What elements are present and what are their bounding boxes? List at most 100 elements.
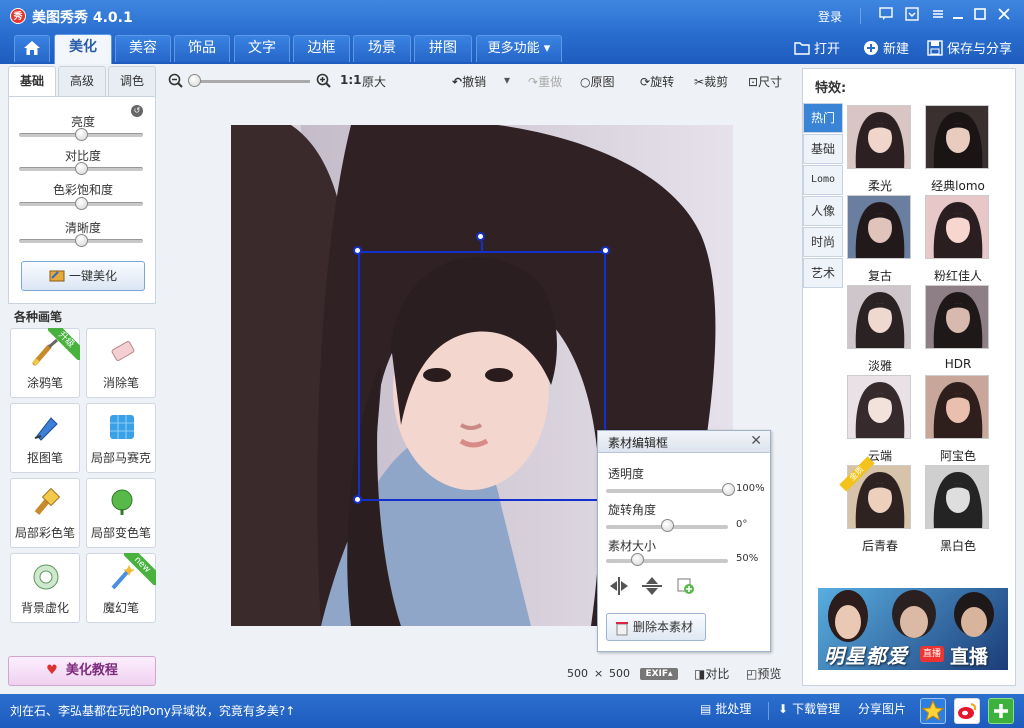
brushes-title: 各种画笔	[14, 310, 63, 324]
undo-button[interactable]: ↶撤销	[452, 73, 486, 90]
mosaic-brush[interactable]: 局部马赛克	[86, 403, 156, 473]
tab-scene[interactable]: 场景	[353, 35, 411, 62]
fx-retro[interactable]: 复古	[847, 195, 913, 283]
resize-handle-bl[interactable]	[353, 495, 362, 504]
fx-soft-light[interactable]: 柔光	[847, 105, 913, 193]
rotate-icon: ⟳	[640, 75, 651, 89]
menu-icon[interactable]	[930, 7, 946, 23]
category-hot[interactable]: 热门	[803, 103, 843, 133]
new-button[interactable]: 新建	[863, 38, 909, 57]
size-slider[interactable]	[606, 553, 728, 566]
undo-dropdown-icon[interactable]: ▾	[504, 73, 510, 87]
exif-button[interactable]: EXIF▴	[640, 668, 678, 680]
copy-material-icon[interactable]	[676, 577, 696, 595]
sharpness-slider[interactable]	[19, 234, 143, 247]
original-size-button[interactable]: 原大	[362, 73, 386, 90]
add-share-icon[interactable]	[988, 698, 1014, 724]
contrast-slider[interactable]	[19, 162, 143, 175]
zoom-knob[interactable]	[188, 74, 201, 87]
main-nav: 美化 美容 饰品 文字 边框 场景 拼图 更多功能 ▾ 打开 新建 保存与分享	[0, 32, 1024, 64]
rotate-button[interactable]: ⟳旋转	[640, 73, 674, 90]
download-manager-button[interactable]: ⬇ 下载管理	[778, 700, 840, 717]
ad-banner[interactable]: 明星都爱 直播 直播	[818, 588, 1008, 670]
flip-horizontal-icon[interactable]	[608, 575, 632, 597]
tutorial-label: 美化教程	[65, 663, 118, 678]
one-key-beautify-button[interactable]: 一键美化	[21, 261, 145, 291]
flip-vertical-icon[interactable]	[640, 575, 664, 597]
opacity-slider[interactable]	[606, 483, 735, 496]
saturation-knob[interactable]	[75, 197, 88, 210]
redo-button[interactable]: ↷重做	[528, 73, 562, 90]
bg-blur-brush[interactable]: 背景虚化	[10, 553, 80, 623]
resize-handle-tl[interactable]	[353, 246, 362, 255]
batch-button[interactable]: ▤ 批处理	[700, 700, 751, 717]
recolor-brush[interactable]: 局部变色笔	[86, 478, 156, 548]
open-button[interactable]: 打开	[794, 38, 840, 57]
rotation-knob[interactable]	[661, 519, 674, 532]
fx-elegant[interactable]: 淡雅	[847, 285, 913, 373]
cutout-brush[interactable]: 抠图笔	[10, 403, 80, 473]
fx-hdr[interactable]: HDR	[925, 285, 991, 371]
rotation-slider[interactable]	[606, 519, 728, 532]
category-portrait[interactable]: 人像	[803, 196, 843, 226]
original-image-button[interactable]: ○原图	[580, 73, 615, 90]
preview-button[interactable]: ◰预览	[746, 665, 781, 682]
contrast-knob[interactable]	[75, 162, 88, 175]
delete-material-button[interactable]: 删除本素材	[606, 613, 706, 641]
zoom-slider[interactable]	[188, 74, 310, 87]
size-knob[interactable]	[630, 553, 644, 566]
zoom-in-icon[interactable]	[316, 73, 332, 89]
close-icon[interactable]: ✕	[750, 433, 762, 449]
tab-collage[interactable]: 拼图	[414, 35, 472, 62]
maximize-icon[interactable]	[972, 7, 988, 23]
message-icon[interactable]	[878, 7, 894, 23]
compare-button[interactable]: ◨对比	[694, 665, 729, 682]
tab-beautify[interactable]: 美化	[54, 34, 112, 64]
brightness-slider[interactable]	[19, 128, 143, 141]
fx-classic-lomo[interactable]: 经典lomo	[925, 105, 991, 193]
tab-text[interactable]: 文字	[234, 35, 290, 62]
tab-more-features[interactable]: 更多功能 ▾	[476, 35, 562, 62]
category-art[interactable]: 艺术	[803, 258, 843, 288]
news-ticker[interactable]: 刘在石、李弘基都在玩的Pony异域妆，究竟有多美?↑	[10, 702, 295, 719]
fx-cloud[interactable]: 云端	[847, 375, 913, 463]
star-icon[interactable]	[920, 698, 946, 724]
fx-youth[interactable]: 后青春 金质	[839, 456, 913, 553]
material-selection-box[interactable]	[358, 251, 606, 501]
fx-black-white[interactable]: 黑白色	[925, 465, 991, 553]
tab-accessories[interactable]: 饰品	[174, 35, 230, 62]
skin-icon[interactable]	[904, 7, 920, 23]
fx-pink-lady[interactable]: 粉红佳人	[925, 195, 991, 283]
crop-button[interactable]: ✂裁剪	[694, 73, 728, 90]
brightness-knob[interactable]	[75, 128, 88, 141]
tab-skincare[interactable]: 美容	[115, 35, 171, 62]
category-basic[interactable]: 基础	[803, 134, 843, 164]
weibo-icon[interactable]	[954, 698, 980, 724]
close-icon[interactable]	[996, 7, 1012, 23]
eraser-brush[interactable]: 消除笔	[86, 328, 156, 398]
rotate-handle[interactable]	[476, 232, 485, 241]
resize-handle-tr[interactable]	[601, 246, 610, 255]
tab-home[interactable]	[14, 35, 50, 62]
share-photo-label[interactable]: 分享图片	[858, 700, 906, 717]
resize-button[interactable]: ⊡尺寸	[748, 73, 782, 90]
actual-size-ratio[interactable]: 1:1	[340, 73, 362, 87]
minimize-icon[interactable]	[950, 7, 966, 23]
category-lomo[interactable]: Lomo	[803, 165, 843, 195]
sharpness-knob[interactable]	[75, 234, 88, 247]
save-share-button[interactable]: 保存与分享	[927, 38, 1012, 57]
tab-basic[interactable]: 基础	[8, 66, 56, 97]
graffiti-brush[interactable]: 升级 涂鸦笔	[10, 328, 80, 398]
tab-frame[interactable]: 边框	[293, 35, 350, 62]
category-fashion[interactable]: 时尚	[803, 227, 843, 257]
beautify-tutorial-button[interactable]: ♥ 美化教程	[8, 656, 156, 686]
fx-abao[interactable]: 阿宝色	[925, 375, 991, 463]
color-brush[interactable]: 局部彩色笔	[10, 478, 80, 548]
zoom-out-icon[interactable]	[168, 73, 184, 89]
magic-brush[interactable]: new 魔幻笔	[86, 553, 156, 623]
tab-color-tone[interactable]: 调色	[108, 66, 156, 96]
saturation-slider[interactable]	[19, 197, 143, 210]
login-link[interactable]: 登录	[818, 8, 842, 25]
tab-advanced[interactable]: 高级	[58, 66, 106, 96]
opacity-knob[interactable]	[722, 483, 735, 496]
